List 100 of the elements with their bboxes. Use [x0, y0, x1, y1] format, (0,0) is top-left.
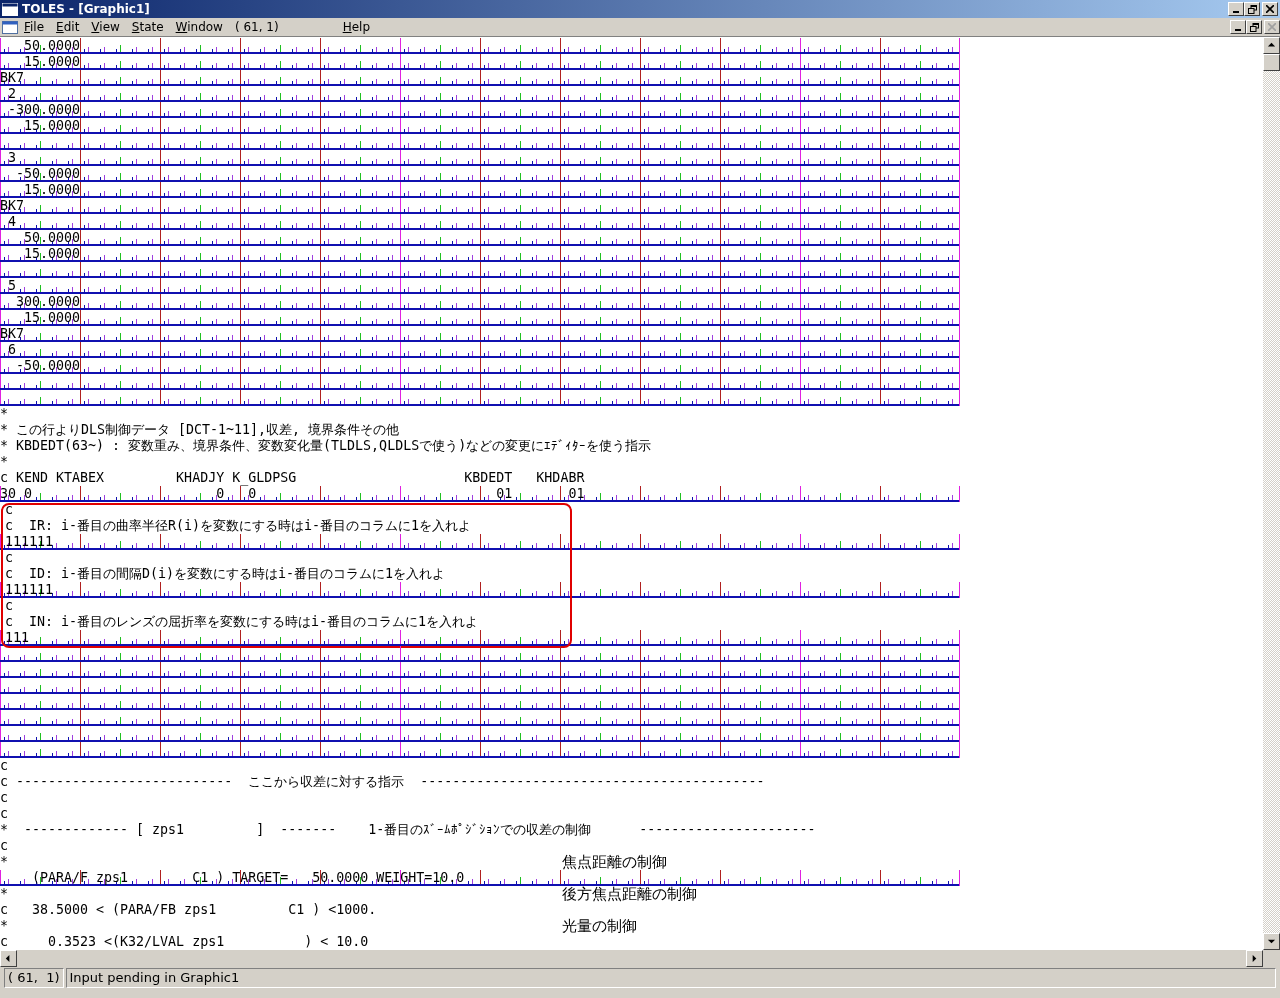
ruled-input-row[interactable] [0, 742, 960, 758]
ruled-input-row[interactable] [0, 726, 960, 742]
field-text: 30 0 0 0 01 01 [0, 486, 585, 502]
close-button[interactable] [1262, 2, 1278, 16]
status-position: ( 61, 1) [4, 968, 64, 988]
ruled-input-row[interactable] [0, 262, 960, 278]
ruled-input-row[interactable]: -50.0000 [0, 358, 960, 374]
field-text: 5 [7, 278, 16, 294]
code-line: c [0, 806, 8, 822]
ruled-input-row[interactable] [0, 710, 960, 726]
ruled-input-row[interactable]: 2 [0, 86, 960, 102]
menu-item[interactable]: Window [169, 20, 229, 34]
ruled-input-row[interactable]: 30 0 0 0 01 01 [0, 486, 960, 502]
code-line: c KEND KTABEX KHADJY K_GLDPSG KBDEDT KHDABR [0, 470, 585, 486]
field-text: -300.0000 [7, 102, 81, 118]
ruled-input-row[interactable]: 6 [0, 342, 960, 358]
ruled-input-row[interactable]: BK7 [0, 70, 960, 86]
code-line: c ID: i-番目の間隔D(i)を変数にする時はi-番目のコラムに1を入れよ [5, 566, 446, 582]
field-text: BK7 [0, 198, 25, 214]
code-line: c --------------------------- ここから収差に対する指示 ------------------------------------------- [0, 774, 765, 790]
field-text: 6 [7, 342, 16, 358]
ruled-input-row[interactable] [0, 374, 960, 390]
window-icon [2, 2, 18, 16]
code-line: * ------------- [ zps1 ] ------- 1-番目のｽﾞｰﾑﾎﾟｼﾞｼｮﾝでの収差の制御 ---------------------- [0, 822, 816, 838]
field-text: 2 [7, 86, 16, 102]
menu-item[interactable]: Help [336, 20, 377, 34]
status-message: Input pending in Graphic1 [65, 968, 1276, 988]
ruled-input-row[interactable]: 15.0000 [0, 246, 960, 262]
cursor-position: ( 61, 1) [233, 20, 280, 34]
menu-item[interactable]: State [125, 20, 170, 34]
menu-item[interactable]: File [18, 20, 51, 34]
code-line: c IR: i-番目の曲率半径R(i)を変数にする時はi-番目のコラムに1を入れよ [5, 518, 472, 534]
scroll-left-button[interactable] [0, 950, 17, 967]
code-line: * [0, 406, 8, 422]
field-text: 3 [7, 150, 16, 166]
ruled-input-row[interactable] [0, 134, 960, 150]
ruled-input-row[interactable]: BK7 [0, 198, 960, 214]
field-text: 50.0000 [23, 230, 81, 246]
ruled-input-row[interactable] [0, 694, 960, 710]
field-text: 15.0000 [23, 118, 81, 134]
ruled-input-row[interactable]: BK7 [0, 326, 960, 342]
minimize-button[interactable] [1230, 20, 1246, 34]
code-line: c [0, 838, 8, 854]
restore-button[interactable] [1244, 2, 1260, 16]
code-line: c [0, 758, 8, 774]
scroll-down-button[interactable] [1263, 933, 1280, 950]
field-text: 111 [5, 630, 30, 646]
down-arrow-icon [1267, 937, 1276, 946]
ruled-input-row[interactable]: -50.0000 [0, 166, 960, 182]
code-line: c 0.3523 <(K32/LVAL zps1 ) < 10.0 [0, 934, 369, 950]
ruled-input-row[interactable]: 15.0000 [0, 182, 960, 198]
note-text: 焦点距離の制御 [561, 854, 667, 870]
code-line: c [5, 502, 13, 518]
ruled-input-row[interactable]: 50.0000 [0, 230, 960, 246]
field-text: BK7 [0, 70, 25, 86]
ruled-input-row[interactable]: 15.0000 [0, 118, 960, 134]
close-icon [1266, 5, 1274, 13]
minimize-button[interactable] [1228, 2, 1244, 16]
ruled-input-row[interactable]: 111111 [0, 582, 960, 598]
restore-icon [1247, 4, 1257, 14]
ruled-input-row[interactable]: 4 [0, 214, 960, 230]
ruled-input-row[interactable]: 5 [0, 278, 960, 294]
restore-button[interactable] [1246, 20, 1262, 34]
code-line: c 38.5000 < (PARA/FB zps1 C1 ) <1000. [0, 902, 377, 918]
menu-item[interactable]: View [85, 20, 126, 34]
document-icon[interactable] [2, 20, 18, 34]
menu-item[interactable]: Edit [50, 20, 86, 34]
note-text: 後方焦点距離の制御 [561, 886, 697, 902]
ruled-input-row[interactable]: 3 [0, 150, 960, 166]
code-line: * この行よりDLS制御データ [DCT-1~11],収差, 境界条件その他 [0, 422, 400, 438]
code-line: c [5, 550, 13, 566]
close-icon [1268, 23, 1276, 31]
code-line: * [0, 918, 8, 934]
ruled-input-row[interactable] [0, 390, 960, 406]
field-text: 300.0000 [15, 294, 81, 310]
ruled-input-row[interactable]: 15.0000 [0, 54, 960, 70]
ruled-input-row[interactable]: -300.0000 [0, 102, 960, 118]
ruled-input-row[interactable]: 15.0000 [0, 310, 960, 326]
ruled-input-row[interactable] [0, 646, 960, 662]
field-text: 15.0000 [23, 182, 81, 198]
ruled-input-row[interactable]: 111111 [0, 534, 960, 550]
field-text: BK7 [0, 326, 25, 342]
scroll-thumb[interactable] [1263, 54, 1280, 71]
ruled-input-row[interactable]: 50.0000 [0, 38, 960, 54]
ruled-input-row[interactable]: 300.0000 [0, 294, 960, 310]
close-button[interactable] [1264, 20, 1280, 34]
code-line: c [0, 790, 8, 806]
field-text: 15.0000 [23, 310, 81, 326]
field-text: 111111 [5, 534, 54, 550]
ruled-input-row[interactable] [0, 662, 960, 678]
scroll-up-button[interactable] [1263, 37, 1280, 54]
code-line: * KBDEDT(63~) : 変数重み、境界条件、変数変化量(TLDLS,QLDLSで使う)などの変更にｴﾃﾞｨﾀｰを使う指示 [0, 438, 652, 454]
note-text: 光量の制御 [561, 918, 637, 934]
window-title: TOLES - [Graphic1] [22, 2, 151, 16]
ruled-input-row[interactable] [0, 678, 960, 694]
scroll-right-button[interactable] [1246, 950, 1263, 967]
right-arrow-icon [1250, 954, 1259, 963]
field-text: 15.0000 [23, 54, 81, 70]
field-text: 4 [7, 214, 16, 230]
ruled-input-row[interactable]: 111 [0, 630, 960, 646]
